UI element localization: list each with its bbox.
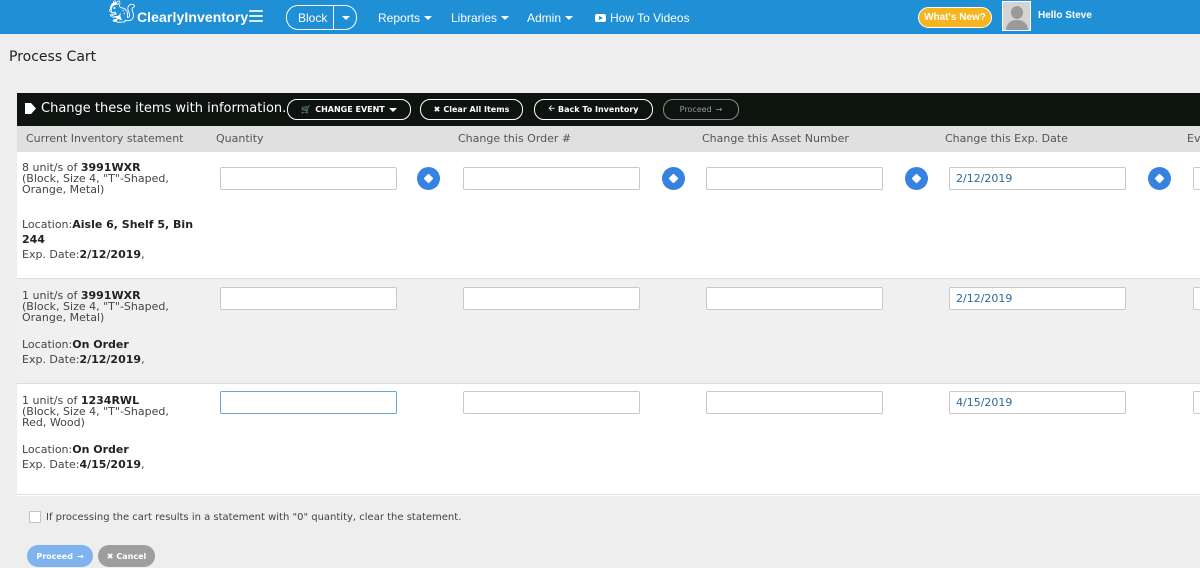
times-icon: ✖	[106, 551, 114, 561]
caret-down-icon	[388, 107, 397, 112]
cart-icon: 🛒	[301, 105, 312, 114]
statement-location: Location:On Order Exp. Date:2/12/2019,	[22, 338, 145, 366]
caret-down-icon	[565, 16, 574, 20]
table-row: 8 unit/s of 3991WXR (Block, Size 4, "T"-…	[17, 152, 1200, 279]
pin-icon[interactable]	[905, 167, 928, 190]
block-selector-label: Block	[298, 10, 328, 25]
panel-heading: Change these items with information.	[25, 101, 286, 116]
order-number-input[interactable]	[463, 287, 640, 310]
proceed-button[interactable]: Proceed →	[27, 545, 93, 567]
statement-location: Location:Aisle 6, Shelf 5, Bin 244 Exp. …	[22, 218, 194, 261]
youtube-icon	[595, 14, 606, 22]
col-event: Ev	[1187, 132, 1200, 145]
col-quantity: Quantity	[216, 132, 264, 145]
col-exp-date: Change this Exp. Date	[945, 132, 1068, 145]
proceed-top-label: Proceed	[679, 105, 712, 114]
quantity-input[interactable]	[220, 167, 397, 190]
change-event-button[interactable]: 🛒 CHANGE EVENT	[287, 99, 411, 120]
panel-toolbar: Change these items with information. 🛒 CH…	[17, 93, 1200, 126]
back-label: Back To Inventory	[557, 105, 639, 114]
page-title: Process Cart	[9, 49, 97, 65]
panel-heading-text: Change these items with information.	[41, 101, 287, 116]
pin-icon[interactable]	[662, 167, 685, 190]
pin-icon[interactable]	[417, 167, 440, 190]
nav-admin-label: Admin	[527, 11, 562, 25]
process-cart-panel: Change these items with information. 🛒 CH…	[17, 93, 1200, 496]
nav-how-to-label: How To Videos	[610, 11, 690, 25]
nav-libraries[interactable]: Libraries	[451, 11, 510, 25]
cancel-button[interactable]: ✖ Cancel	[98, 545, 155, 567]
top-navbar: 🐿 ClearlyInventory Block Reports Librari…	[0, 0, 1200, 34]
order-number-input[interactable]	[463, 391, 640, 414]
times-icon: ✖	[433, 105, 441, 114]
clear-zero-label: If processing the cart results in a stat…	[46, 512, 462, 523]
col-current-statement: Current Inventory statement	[26, 132, 184, 145]
avatar-icon[interactable]	[1002, 1, 1031, 31]
event-input[interactable]	[1193, 391, 1200, 414]
statement-location: Location:On Order Exp. Date:4/15/2019,	[22, 443, 145, 471]
nav-how-to-videos[interactable]: How To Videos	[595, 11, 690, 25]
event-input[interactable]	[1193, 287, 1200, 310]
cancel-label: Cancel	[116, 551, 147, 561]
nav-libraries-label: Libraries	[451, 11, 498, 25]
brand-name: ClearlyInventory	[136, 9, 249, 25]
quantity-input[interactable]	[220, 391, 397, 414]
clear-all-items-button[interactable]: ✖ Clear All Items	[420, 99, 523, 120]
block-selector-toggle[interactable]	[333, 6, 357, 29]
change-event-label: CHANGE EVENT	[315, 105, 385, 114]
caret-down-icon	[424, 16, 433, 20]
proceed-label: Proceed	[36, 551, 73, 561]
asset-number-input[interactable]	[706, 167, 883, 190]
pin-icon[interactable]	[1148, 167, 1171, 190]
caret-down-icon	[501, 16, 510, 20]
statement-text: 1 unit/s of 1234RWL (Block, Size 4, "T"-…	[22, 394, 169, 429]
statement-text: 1 unit/s of 3991WXR (Block, Size 4, "T"-…	[22, 289, 169, 324]
user-greeting[interactable]: Hello Steve	[1038, 10, 1092, 21]
table-row: 1 unit/s of 1234RWL (Block, Size 4, "T"-…	[17, 384, 1200, 495]
exp-date-input[interactable]	[949, 287, 1126, 310]
arrow-right-icon: →	[715, 105, 723, 114]
table-header: Current Inventory statement Quantity Cha…	[17, 126, 1200, 152]
proceed-top-button[interactable]: Proceed →	[663, 99, 739, 120]
clear-zero-checkbox[interactable]	[29, 511, 41, 523]
asset-number-input[interactable]	[706, 287, 883, 310]
hamburger-icon[interactable]	[249, 10, 263, 22]
nav-reports[interactable]: Reports	[378, 11, 433, 25]
table-row: 1 unit/s of 3991WXR (Block, Size 4, "T"-…	[17, 279, 1200, 384]
quantity-input[interactable]	[220, 287, 397, 310]
nav-admin[interactable]: Admin	[527, 11, 574, 25]
clear-all-label: Clear All Items	[443, 105, 510, 114]
squirrel-logo-icon: 🐿	[108, 0, 136, 25]
col-order-number: Change this Order #	[458, 132, 572, 145]
arrow-right-icon: →	[76, 551, 84, 561]
nav-reports-label: Reports	[378, 11, 421, 25]
caret-down-icon	[341, 15, 350, 20]
col-asset-number: Change this Asset Number	[702, 132, 849, 145]
arrow-left-icon: 🡠	[548, 103, 555, 113]
brand-logo[interactable]: 🐿 ClearlyInventory	[108, 0, 249, 31]
block-selector[interactable]: Block	[286, 5, 357, 30]
order-number-input[interactable]	[463, 167, 640, 190]
event-input[interactable]	[1193, 167, 1200, 190]
exp-date-input[interactable]	[949, 167, 1126, 190]
tag-icon	[25, 103, 36, 114]
exp-date-input[interactable]	[949, 391, 1126, 414]
back-to-inventory-button[interactable]: 🡠 Back To Inventory	[534, 99, 653, 120]
asset-number-input[interactable]	[706, 391, 883, 414]
whats-new-button[interactable]: What's New?	[918, 7, 992, 28]
statement-text: 8 unit/s of 3991WXR (Block, Size 4, "T"-…	[22, 161, 169, 196]
